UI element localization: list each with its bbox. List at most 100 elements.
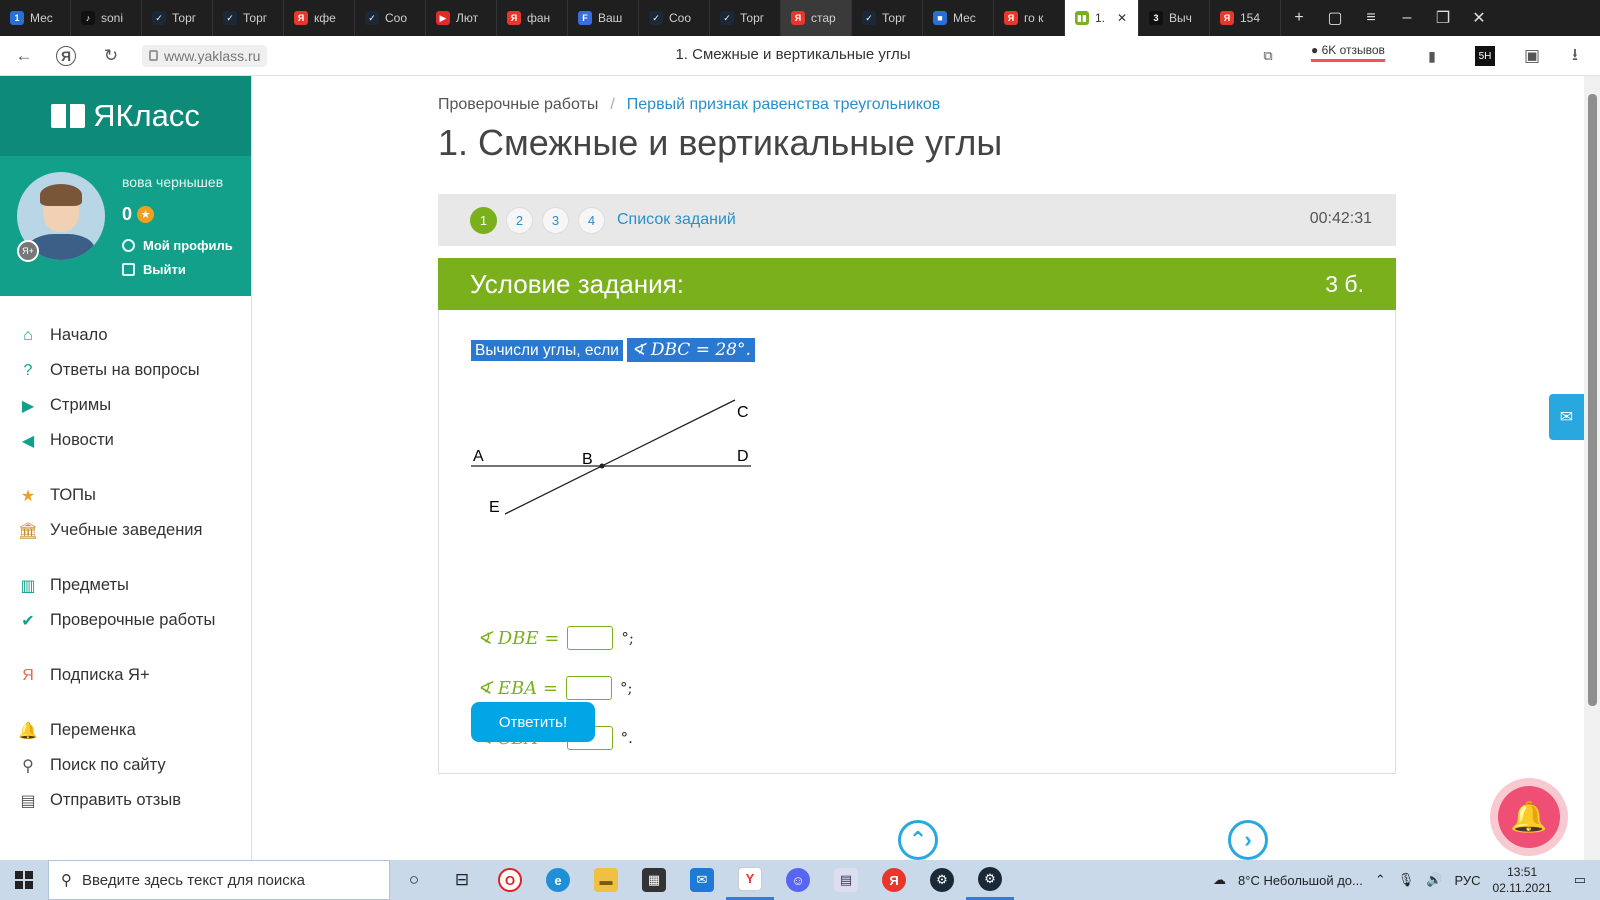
browser-tab[interactable]: Яго к: [994, 0, 1065, 36]
sidebar-item-play[interactable]: ▶ Стримы: [0, 388, 251, 423]
collections-icon[interactable]: ▣: [1520, 44, 1544, 68]
tab-label: Coo: [669, 11, 692, 25]
task-list-link[interactable]: Список заданий: [617, 211, 736, 229]
bell-icon: 🔔: [1498, 786, 1560, 848]
question-text: Вычисли углы, если ∢ DBC = 28°.: [471, 338, 755, 362]
task-number-button[interactable]: 2: [506, 206, 533, 234]
new-tab-icon[interactable]: +: [1281, 0, 1317, 36]
task-number-button[interactable]: 1: [470, 206, 497, 234]
sidebar-item-feedback[interactable]: ▤ Отправить отзыв: [0, 783, 251, 818]
answer-input-eba[interactable]: [565, 676, 612, 700]
browser-tab[interactable]: 3 Выч: [1139, 0, 1210, 36]
next-arrow-icon[interactable]: ›: [1228, 820, 1268, 860]
question-label: Вычисли углы, если: [471, 340, 623, 361]
browser-tab[interactable]: ▮▮ 1. ✕: [1065, 0, 1139, 36]
sidebar-item-yaplus[interactable]: Я Подписка Я+: [0, 658, 251, 693]
mail-icon[interactable]: ✉: [1549, 394, 1584, 440]
answer-row: ∢ DBE = °;: [477, 626, 634, 650]
weather-text[interactable]: 8°C Небольшой до...: [1238, 873, 1363, 888]
tab-favicon-icon: ✓: [365, 11, 379, 25]
weather-icon[interactable]: ☁: [1213, 872, 1226, 888]
browser-tab[interactable]: ✓ Coo: [355, 0, 426, 36]
label-d: D: [737, 448, 749, 465]
tab-list-icon[interactable]: ▢: [1317, 0, 1353, 36]
windows-start-icon[interactable]: [0, 860, 48, 900]
browser-tab[interactable]: Якфе: [284, 0, 355, 36]
logout-link[interactable]: Выйти: [122, 262, 186, 277]
tab-label: Лют: [456, 11, 479, 25]
browser-tab[interactable]: F Ваш: [568, 0, 639, 36]
close-tab-icon[interactable]: ✕: [1117, 11, 1127, 25]
chevron-up-icon[interactable]: ⌃: [1375, 872, 1386, 888]
minimize-icon[interactable]: –: [1389, 0, 1425, 36]
cortana-icon[interactable]: ○: [390, 860, 438, 900]
windows-taskbar: ⚲ Введите здесь текст для поиска ○ ⊟ O e …: [0, 860, 1600, 900]
notification-bell-button[interactable]: 🔔: [1490, 778, 1568, 856]
task-number-button[interactable]: 3: [542, 206, 569, 234]
sidebar-item-label: Стримы: [50, 396, 112, 414]
mail-app-icon[interactable]: ✉: [678, 860, 726, 900]
steam-icon[interactable]: ⚙: [918, 860, 966, 900]
download-icon[interactable]: ⭳: [1563, 44, 1587, 68]
discord-icon[interactable]: ☺: [774, 860, 822, 900]
notifications-icon[interactable]: ▭: [1574, 872, 1586, 888]
language-indicator[interactable]: РУС: [1454, 873, 1480, 888]
restore-icon[interactable]: ❐: [1425, 0, 1461, 36]
task-card-body: Вычисли углы, если ∢ DBC = 28°. A B C D …: [438, 310, 1396, 774]
browser-tab[interactable]: Яфан: [497, 0, 568, 36]
label-e: E: [489, 499, 500, 516]
browser-tab[interactable]: ✓ Торг: [213, 0, 284, 36]
microphone-icon[interactable]: 🎙: [1398, 872, 1415, 888]
opera-icon[interactable]: O: [486, 860, 534, 900]
browser-tab[interactable]: ▶ Лют: [426, 0, 497, 36]
scrollbar-thumb[interactable]: [1588, 94, 1597, 706]
yandex-browser-icon[interactable]: Y: [726, 860, 774, 900]
browser-tab[interactable]: ♪ soni: [71, 0, 142, 36]
browser-tab[interactable]: 1 Мес: [0, 0, 71, 36]
close-window-icon[interactable]: ✕: [1461, 0, 1497, 36]
breadcrumb-root[interactable]: Проверочные работы: [438, 96, 598, 113]
answer-input-dbe[interactable]: [567, 626, 614, 650]
sidebar-item-bell[interactable]: 🔔 Переменка: [0, 713, 251, 748]
browser-tab[interactable]: Ястар: [781, 0, 852, 36]
browser-tab[interactable]: ■ Мес: [923, 0, 994, 36]
browser-tab[interactable]: Я 154: [1210, 0, 1281, 36]
sidebar-item-question[interactable]: ? Ответы на вопросы: [0, 353, 251, 388]
browser-tab[interactable]: ✓ Coo: [639, 0, 710, 36]
task-number-button[interactable]: 4: [578, 206, 605, 234]
yaplus-badge-icon: Я+: [17, 240, 39, 262]
sidebar-item-megaphone[interactable]: ◀ Новости: [0, 423, 251, 458]
volume-icon[interactable]: 🔊: [1426, 872, 1442, 888]
breadcrumb-current[interactable]: Первый признак равенства треугольников: [627, 96, 941, 113]
my-profile-link[interactable]: Мой профиль: [122, 238, 233, 253]
sidebar-item-search[interactable]: ⚲ Поиск по сайту: [0, 748, 251, 783]
file-explorer-icon[interactable]: ▬: [582, 860, 630, 900]
sidebar-item-book[interactable]: ▥ Предметы: [0, 568, 251, 603]
steam-icon-2[interactable]: ⚙: [966, 860, 1014, 900]
app-window-icon[interactable]: ▤: [822, 860, 870, 900]
browser-tab[interactable]: ✓ Торг: [852, 0, 923, 36]
logo[interactable]: ЯКласс: [0, 76, 251, 156]
scrollbar[interactable]: [1584, 76, 1600, 860]
reviews-badge[interactable]: ● 6K отзывов: [1311, 43, 1385, 62]
system-tray: ☁ 8°C Небольшой до... ⌃ 🎙 🔊 РУС 13:51 02.…: [1213, 860, 1600, 900]
sidebar-item-check[interactable]: ✔ Проверочные работы: [0, 603, 251, 638]
taskbar-search[interactable]: ⚲ Введите здесь текст для поиска: [48, 860, 390, 900]
store-icon[interactable]: ▦: [630, 860, 678, 900]
menu-icon[interactable]: ≡: [1353, 0, 1389, 36]
yandex-app-icon[interactable]: Я: [870, 860, 918, 900]
copy-icon[interactable]: ⧉: [1256, 44, 1280, 68]
submit-answer-button[interactable]: Ответить!: [471, 702, 595, 742]
task-view-icon[interactable]: ⊟: [438, 860, 486, 900]
edge-icon[interactable]: e: [534, 860, 582, 900]
sidebar-item-school[interactable]: 🏛 Учебные заведения: [0, 513, 251, 548]
bookmark-icon[interactable]: ▮: [1420, 44, 1444, 68]
extension-icon[interactable]: 5H: [1475, 46, 1495, 66]
sidebar-item-star[interactable]: ★ ТОПы: [0, 478, 251, 513]
browser-tab[interactable]: ✓ Торг: [142, 0, 213, 36]
sidebar-item-home[interactable]: ⌂ Начало: [0, 318, 251, 353]
check-icon: ✔: [21, 612, 35, 630]
browser-tab[interactable]: ✓ Торг: [710, 0, 781, 36]
scroll-up-icon[interactable]: ⌃: [898, 820, 938, 860]
clock[interactable]: 13:51 02.11.2021: [1493, 864, 1552, 896]
